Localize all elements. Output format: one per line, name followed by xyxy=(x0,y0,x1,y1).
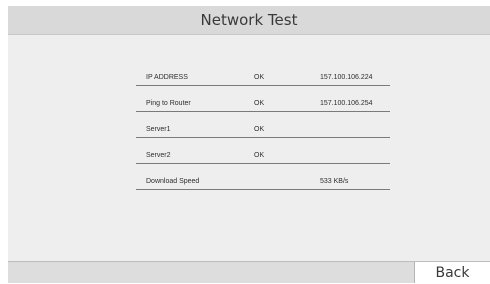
result-row-server2: Server2 OK xyxy=(136,138,390,164)
result-status: OK xyxy=(254,74,265,81)
result-row-ping-router: Ping to Router OK 157.100.106.254 xyxy=(136,86,390,112)
results-panel: IP ADDRESS OK 157.100.106.224 Ping to Ro… xyxy=(8,35,490,261)
result-value: 157.100.106.224 xyxy=(320,74,373,81)
result-row-server1: Server1 OK xyxy=(136,112,390,138)
result-row-download-speed: Download Speed 533 KB/s xyxy=(136,164,390,190)
result-label: Server1 xyxy=(146,126,171,133)
result-label: Server2 xyxy=(146,152,171,159)
result-label: Ping to Router xyxy=(146,100,191,107)
result-label: Download Speed xyxy=(146,178,200,185)
result-status: OK xyxy=(254,152,265,159)
result-label: IP ADDRESS xyxy=(146,74,188,81)
back-button[interactable]: Back xyxy=(414,262,490,283)
result-status: OK xyxy=(254,100,265,107)
results-list: IP ADDRESS OK 157.100.106.224 Ping to Ro… xyxy=(136,60,390,190)
title-bar: Network Test xyxy=(8,6,490,35)
result-row-ip-address: IP ADDRESS OK 157.100.106.224 xyxy=(136,60,390,86)
bottom-bar: Back xyxy=(8,261,490,283)
result-value: 157.100.106.254 xyxy=(320,100,373,107)
result-status: OK xyxy=(254,126,265,133)
result-value: 533 KB/s xyxy=(320,178,349,185)
network-test-window: Network Test IP ADDRESS OK 157.100.106.2… xyxy=(8,6,490,283)
page-title: Network Test xyxy=(200,11,298,29)
